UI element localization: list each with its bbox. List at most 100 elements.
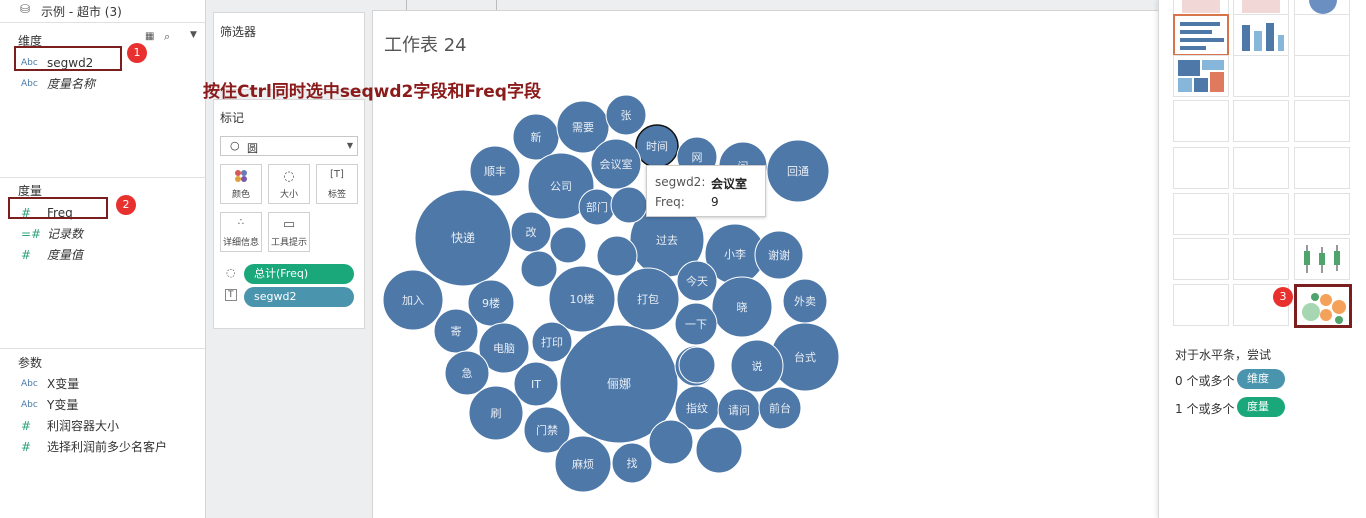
bubble-label: 回通 bbox=[787, 165, 809, 178]
divider bbox=[406, 0, 407, 10]
bubble-mark[interactable] bbox=[610, 186, 648, 224]
text-label-icon: [T] bbox=[330, 169, 344, 180]
tooltip-button[interactable]: ▭ 工具提示 bbox=[268, 212, 310, 252]
measure-item[interactable]: # 度量值 bbox=[0, 245, 205, 265]
datasource-label[interactable]: 示例 - 超市 (3) bbox=[41, 3, 122, 20]
bubble-mark[interactable] bbox=[648, 419, 694, 465]
bubble-label: 晓 bbox=[737, 301, 748, 314]
tooltip-key: segwd2: bbox=[655, 175, 706, 189]
color-button[interactable]: 颜色 bbox=[220, 164, 262, 204]
bubble-label: 说 bbox=[752, 359, 763, 373]
bubble-label: 改 bbox=[526, 225, 537, 239]
text-label-icon: T bbox=[225, 289, 237, 301]
search-icon[interactable]: ⌕ bbox=[164, 30, 170, 44]
bubble-label: 门禁 bbox=[536, 423, 558, 437]
worksheet-canvas[interactable]: 工作表 24 新需要张时间网问回通顺丰公司会议室快递改部门过去小李谢谢加入9楼1… bbox=[203, 11, 1159, 518]
size-freq-pill[interactable]: 总计(Freq) bbox=[244, 264, 354, 284]
chart-type-thumbnail[interactable] bbox=[1233, 147, 1289, 189]
circle-icon: ○ bbox=[230, 139, 240, 152]
bubble-label: 打印 bbox=[541, 335, 563, 349]
chart-type-thumbnail[interactable] bbox=[1294, 100, 1350, 142]
bubble-mark[interactable] bbox=[549, 226, 587, 264]
divider bbox=[0, 348, 205, 349]
label-segwd2-pill[interactable]: segwd2 bbox=[244, 287, 354, 307]
detail-button[interactable]: ∴ 详细信息 bbox=[220, 212, 262, 252]
detail-dots-icon: ∴ bbox=[237, 217, 245, 228]
chart-type-thumbnail[interactable] bbox=[1233, 193, 1289, 235]
string-type-icon: Abc bbox=[21, 379, 38, 389]
field-label: Y变量 bbox=[47, 398, 79, 412]
bubble-mark[interactable] bbox=[596, 235, 638, 277]
chart-type-thumbnail[interactable] bbox=[1173, 147, 1229, 189]
size-button[interactable]: ◌ 大小 bbox=[268, 164, 310, 204]
bubble-label: 网 bbox=[692, 151, 703, 164]
hint-prefix: 0 个或多个 bbox=[1175, 374, 1235, 388]
mark-type-value: 圆 bbox=[247, 142, 258, 155]
chart-type-thumbnail[interactable] bbox=[1173, 193, 1229, 235]
bubble-label: 时间 bbox=[646, 140, 668, 153]
highlight-box bbox=[14, 46, 122, 71]
measure-item[interactable]: =# 记录数 bbox=[0, 224, 205, 244]
bubble-label: 刷 bbox=[491, 407, 502, 420]
field-label: 度量名称 bbox=[47, 77, 96, 91]
dimension-item[interactable]: Abc 度量名称 bbox=[0, 74, 205, 94]
bubble-label: 加入 bbox=[402, 294, 424, 307]
bubble-label: 打包 bbox=[637, 292, 659, 306]
bubble-mark[interactable] bbox=[678, 346, 716, 384]
chart-type-thumbnail[interactable] bbox=[1233, 14, 1289, 56]
string-type-icon: Abc bbox=[21, 400, 38, 410]
parameter-item[interactable]: # 选择利润前多少名客户 bbox=[0, 437, 205, 457]
divider bbox=[0, 22, 205, 23]
marks-title: 标记 bbox=[220, 111, 245, 125]
bubble-label: 9楼 bbox=[482, 296, 500, 310]
chart-type-thumbnail[interactable] bbox=[1233, 238, 1289, 280]
string-type-icon: Abc bbox=[21, 79, 38, 89]
bubble-label: 指纹 bbox=[686, 401, 708, 415]
chart-type-thumbnail[interactable] bbox=[1233, 55, 1289, 97]
highlight-box bbox=[8, 197, 108, 219]
database-icon: ⛁ bbox=[20, 2, 31, 16]
chart-type-thumbnail[interactable] bbox=[1233, 100, 1289, 142]
grid-icon[interactable]: ▦ bbox=[145, 31, 154, 42]
chart-type-thumbnail[interactable] bbox=[1294, 55, 1350, 97]
bubble-label: 麻烦 bbox=[572, 457, 594, 471]
chart-type-thumbnail[interactable] bbox=[1294, 14, 1350, 56]
bubble-label: 10楼 bbox=[570, 292, 595, 306]
button-label: 详细信息 bbox=[222, 238, 259, 248]
parameters-header: 参数 bbox=[18, 356, 43, 370]
chart-type-thumbnail[interactable] bbox=[1173, 55, 1229, 97]
chart-type-thumbnail[interactable] bbox=[1173, 14, 1229, 56]
bubble-label: 张 bbox=[621, 109, 632, 122]
size-icon: ◌ bbox=[226, 266, 236, 279]
bubble-label: IT bbox=[531, 378, 541, 391]
bubble-mark[interactable] bbox=[520, 250, 558, 288]
chart-type-thumbnail[interactable] bbox=[1173, 284, 1229, 326]
hint-prefix: 1 个或多个 bbox=[1175, 402, 1235, 416]
chart-type-thumbnail[interactable] bbox=[1294, 238, 1350, 280]
chart-type-thumbnail[interactable] bbox=[1294, 147, 1350, 189]
bubble-label: 寄 bbox=[451, 324, 462, 338]
chevron-down-icon[interactable]: ▼ bbox=[190, 30, 197, 40]
number-type-icon: # bbox=[21, 248, 32, 262]
parameter-item[interactable]: Abc Y变量 bbox=[0, 395, 205, 415]
chart-type-thumbnail[interactable] bbox=[1173, 238, 1229, 280]
bubble-mark[interactable] bbox=[695, 426, 743, 474]
show-me-hint: 对于水平条，尝试 bbox=[1175, 348, 1272, 362]
button-label: 工具提示 bbox=[270, 238, 307, 248]
chart-type-thumbnail[interactable] bbox=[1294, 193, 1350, 235]
mark-type-select[interactable]: ○ 圆 ▼ bbox=[220, 136, 358, 156]
label-button[interactable]: [T] 标签 bbox=[316, 164, 358, 204]
step-badge: 1 bbox=[127, 43, 147, 63]
bubble-label: 需要 bbox=[572, 121, 594, 134]
chart-type-thumbnail[interactable] bbox=[1294, 284, 1352, 328]
button-label: 标签 bbox=[327, 190, 346, 200]
chart-type-thumbnail[interactable] bbox=[1173, 100, 1229, 142]
bubble-label: 小李 bbox=[724, 247, 746, 261]
bubble-label: 外卖 bbox=[794, 295, 816, 308]
size-icon: ◌ bbox=[283, 169, 295, 184]
field-label: X变量 bbox=[47, 377, 80, 391]
parameter-item[interactable]: # 利润容器大小 bbox=[0, 416, 205, 436]
parameter-item[interactable]: Abc X变量 bbox=[0, 374, 205, 394]
bubble-label: 请问 bbox=[728, 404, 750, 417]
dimension-pill: 维度 bbox=[1237, 369, 1285, 389]
